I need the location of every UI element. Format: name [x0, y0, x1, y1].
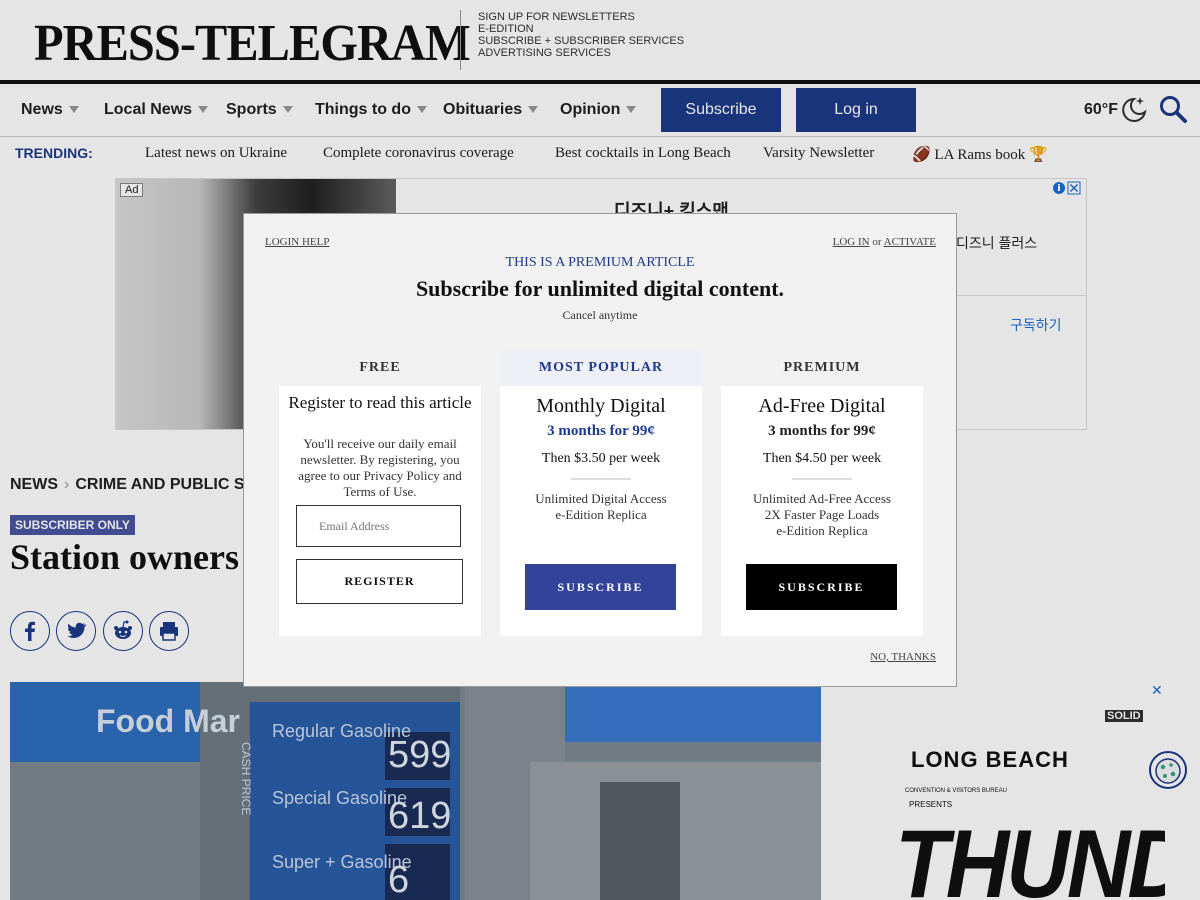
cancel-anytime-text: Cancel anytime — [562, 308, 638, 322]
subscribe-ad-free-button[interactable]: SUBSCRIBE — [746, 564, 897, 610]
no-thanks-link[interactable]: NO, THANKS — [870, 651, 936, 663]
premium-article-label: THIS IS A PREMIUM ARTICLE — [505, 255, 695, 270]
plan-card-ad-free: PREMIUM Ad-Free Digital 3 months for 99¢… — [721, 350, 923, 636]
plan-name: Ad-Free Digital — [758, 395, 886, 417]
plan-then-price: Then $4.50 per week — [762, 451, 882, 466]
plan-feature: Unlimited Digital Access — [535, 491, 667, 506]
plan-name: Monthly Digital — [536, 395, 666, 417]
plan-offer: 3 months for 99¢ — [768, 423, 876, 439]
register-desc-and: and — [439, 468, 462, 483]
subscribe-monthly-button[interactable]: SUBSCRIBE — [525, 564, 676, 610]
register-button[interactable]: REGISTER — [296, 559, 463, 604]
login-help-link[interactable]: LOGIN HELP — [265, 236, 329, 248]
plan-feature: Unlimited Ad-Free Access — [753, 491, 891, 506]
plan-feature: e-Edition Replica — [776, 523, 868, 538]
register-description: You'll receive our daily email newslette… — [295, 436, 465, 500]
register-title: Register to read this article — [288, 393, 472, 412]
modal-login-links: LOG IN or ACTIVATE — [833, 236, 936, 248]
plan-card-monthly: MOST POPULAR Monthly Digital 3 months fo… — [500, 350, 702, 636]
modal-title: Subscribe for unlimited digital content. — [415, 276, 785, 301]
privacy-policy-link[interactable]: Privacy Policy — [364, 468, 440, 483]
terms-of-use-link[interactable]: Terms of Use — [343, 484, 413, 499]
plan-divider — [792, 478, 852, 480]
plan-offer: 3 months for 99¢ — [547, 423, 655, 439]
email-field[interactable] — [296, 505, 461, 547]
modal-or-text: or — [872, 236, 882, 248]
plan-card-free: FREE Register to read this article You'l… — [279, 350, 481, 636]
modal-activate-link[interactable]: ACTIVATE — [884, 236, 936, 248]
plan-card-header: PREMIUM — [721, 350, 923, 386]
modal-login-link[interactable]: LOG IN — [833, 236, 870, 248]
plan-feature: 2X Faster Page Loads — [764, 507, 880, 522]
register-desc-dot: . — [413, 484, 417, 499]
plan-divider — [571, 478, 631, 480]
plan-card-header: FREE — [279, 350, 481, 386]
paywall-modal: LOGIN HELP LOG IN or ACTIVATE THIS IS A … — [243, 213, 957, 687]
plan-then-price: Then $3.50 per week — [541, 451, 661, 466]
plan-feature: e-Edition Replica — [555, 507, 647, 522]
plan-card-header: MOST POPULAR — [500, 350, 702, 386]
